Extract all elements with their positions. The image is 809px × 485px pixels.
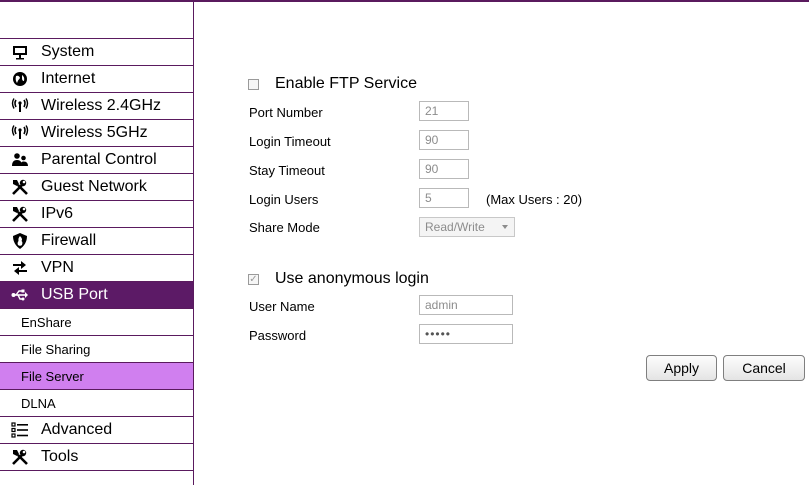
ftp-enable-checkbox[interactable]: [248, 78, 259, 90]
sidebar-item-label: Parental Control: [41, 151, 157, 168]
share-mode-label: Share Mode: [249, 220, 320, 235]
port-number-input[interactable]: 21: [419, 101, 469, 121]
main-content: Enable FTP Service Port Number 21 Login …: [194, 2, 809, 485]
sidebar-subitem-label: File Sharing: [21, 341, 91, 357]
arrows-icon: [10, 259, 30, 277]
sidebar: System Internet Wireless 2.4GHz Wireless…: [0, 2, 194, 485]
sidebar-item-firewall[interactable]: Firewall: [0, 228, 193, 255]
login-timeout-label: Login Timeout: [249, 134, 331, 149]
password-label: Password: [249, 328, 307, 343]
cancel-button[interactable]: Cancel: [723, 355, 805, 381]
sidebar-item-usb-port[interactable]: USB Port: [0, 282, 193, 309]
sidebar-subitem-file-sharing[interactable]: File Sharing: [0, 336, 193, 363]
usb-icon: [10, 286, 30, 304]
shield-icon: [10, 232, 30, 250]
sidebar-subitem-file-server[interactable]: File Server: [0, 363, 193, 390]
chevron-down-icon: [502, 225, 508, 229]
globe-icon: [10, 70, 30, 88]
sidebar-item-guest-network[interactable]: Guest Network: [0, 174, 193, 201]
sidebar-item-label: IPv6: [41, 205, 74, 222]
sidebar-item-label: USB Port: [41, 286, 108, 303]
sidebar-item-label: Firewall: [41, 232, 97, 249]
tools-icon: [10, 448, 30, 466]
sidebar-item-parental-control[interactable]: Parental Control: [0, 147, 193, 174]
login-users-input[interactable]: 5: [419, 188, 469, 208]
sidebar-item-system[interactable]: System: [0, 38, 193, 66]
max-users-note: (Max Users : 20): [486, 192, 583, 207]
login-users-label: Login Users: [249, 192, 319, 207]
share-mode-select[interactable]: Read/Write: [419, 217, 515, 237]
anonymous-login-checkbox[interactable]: ✓: [248, 273, 259, 285]
sidebar-subitem-label: EnShare: [21, 314, 72, 330]
anonymous-login-label: Use anonymous login: [275, 270, 429, 287]
sidebar-item-internet[interactable]: Internet: [0, 66, 193, 93]
sidebar-item-vpn[interactable]: VPN: [0, 255, 193, 282]
user-name-label: User Name: [249, 299, 315, 314]
sidebar-item-advanced[interactable]: Advanced: [0, 417, 193, 444]
tools-icon: [10, 178, 30, 196]
anonymous-login-row: ✓ Use anonymous login: [248, 270, 429, 288]
sidebar-item-label: Advanced: [41, 421, 113, 438]
sidebar-subitem-enshare[interactable]: EnShare: [0, 309, 193, 336]
share-mode-value: Read/Write: [425, 220, 485, 234]
stay-timeout-label: Stay Timeout: [249, 163, 325, 178]
apply-button[interactable]: Apply: [646, 355, 717, 381]
people-icon: [10, 151, 30, 169]
sidebar-item-label: Internet: [41, 70, 96, 87]
sidebar-item-label: Guest Network: [41, 178, 147, 195]
stay-timeout-input[interactable]: 90: [419, 159, 469, 179]
port-number-label: Port Number: [249, 105, 323, 120]
sidebar-subitem-label: File Server: [21, 368, 84, 384]
user-name-input[interactable]: admin: [419, 295, 513, 315]
monitor-icon: [10, 43, 30, 61]
sidebar-item-label: Tools: [41, 448, 79, 465]
wireless-icon: [10, 97, 30, 115]
sidebar-subitem-dlna[interactable]: DLNA: [0, 390, 193, 417]
tools-icon: [10, 205, 30, 223]
sidebar-item-wireless-5[interactable]: Wireless 5GHz: [0, 120, 193, 147]
sidebar-item-label: VPN: [41, 259, 74, 276]
sidebar-subitem-label: DLNA: [21, 395, 56, 411]
ftp-enable-row: Enable FTP Service: [248, 75, 417, 93]
sidebar-item-label: System: [41, 43, 95, 60]
sidebar-item-label: Wireless 5GHz: [41, 124, 148, 141]
wireless-icon: [10, 124, 30, 142]
password-input[interactable]: •••••: [419, 324, 513, 344]
sidebar-item-label: Wireless 2.4GHz: [41, 97, 162, 114]
login-timeout-input[interactable]: 90: [419, 130, 469, 150]
list-icon: [10, 421, 30, 439]
sidebar-item-wireless-24[interactable]: Wireless 2.4GHz: [0, 93, 193, 120]
sidebar-nav: System Internet Wireless 2.4GHz Wireless…: [0, 38, 193, 471]
ftp-enable-label: Enable FTP Service: [275, 75, 417, 92]
sidebar-item-ipv6[interactable]: IPv6: [0, 201, 193, 228]
sidebar-item-tools[interactable]: Tools: [0, 444, 193, 471]
